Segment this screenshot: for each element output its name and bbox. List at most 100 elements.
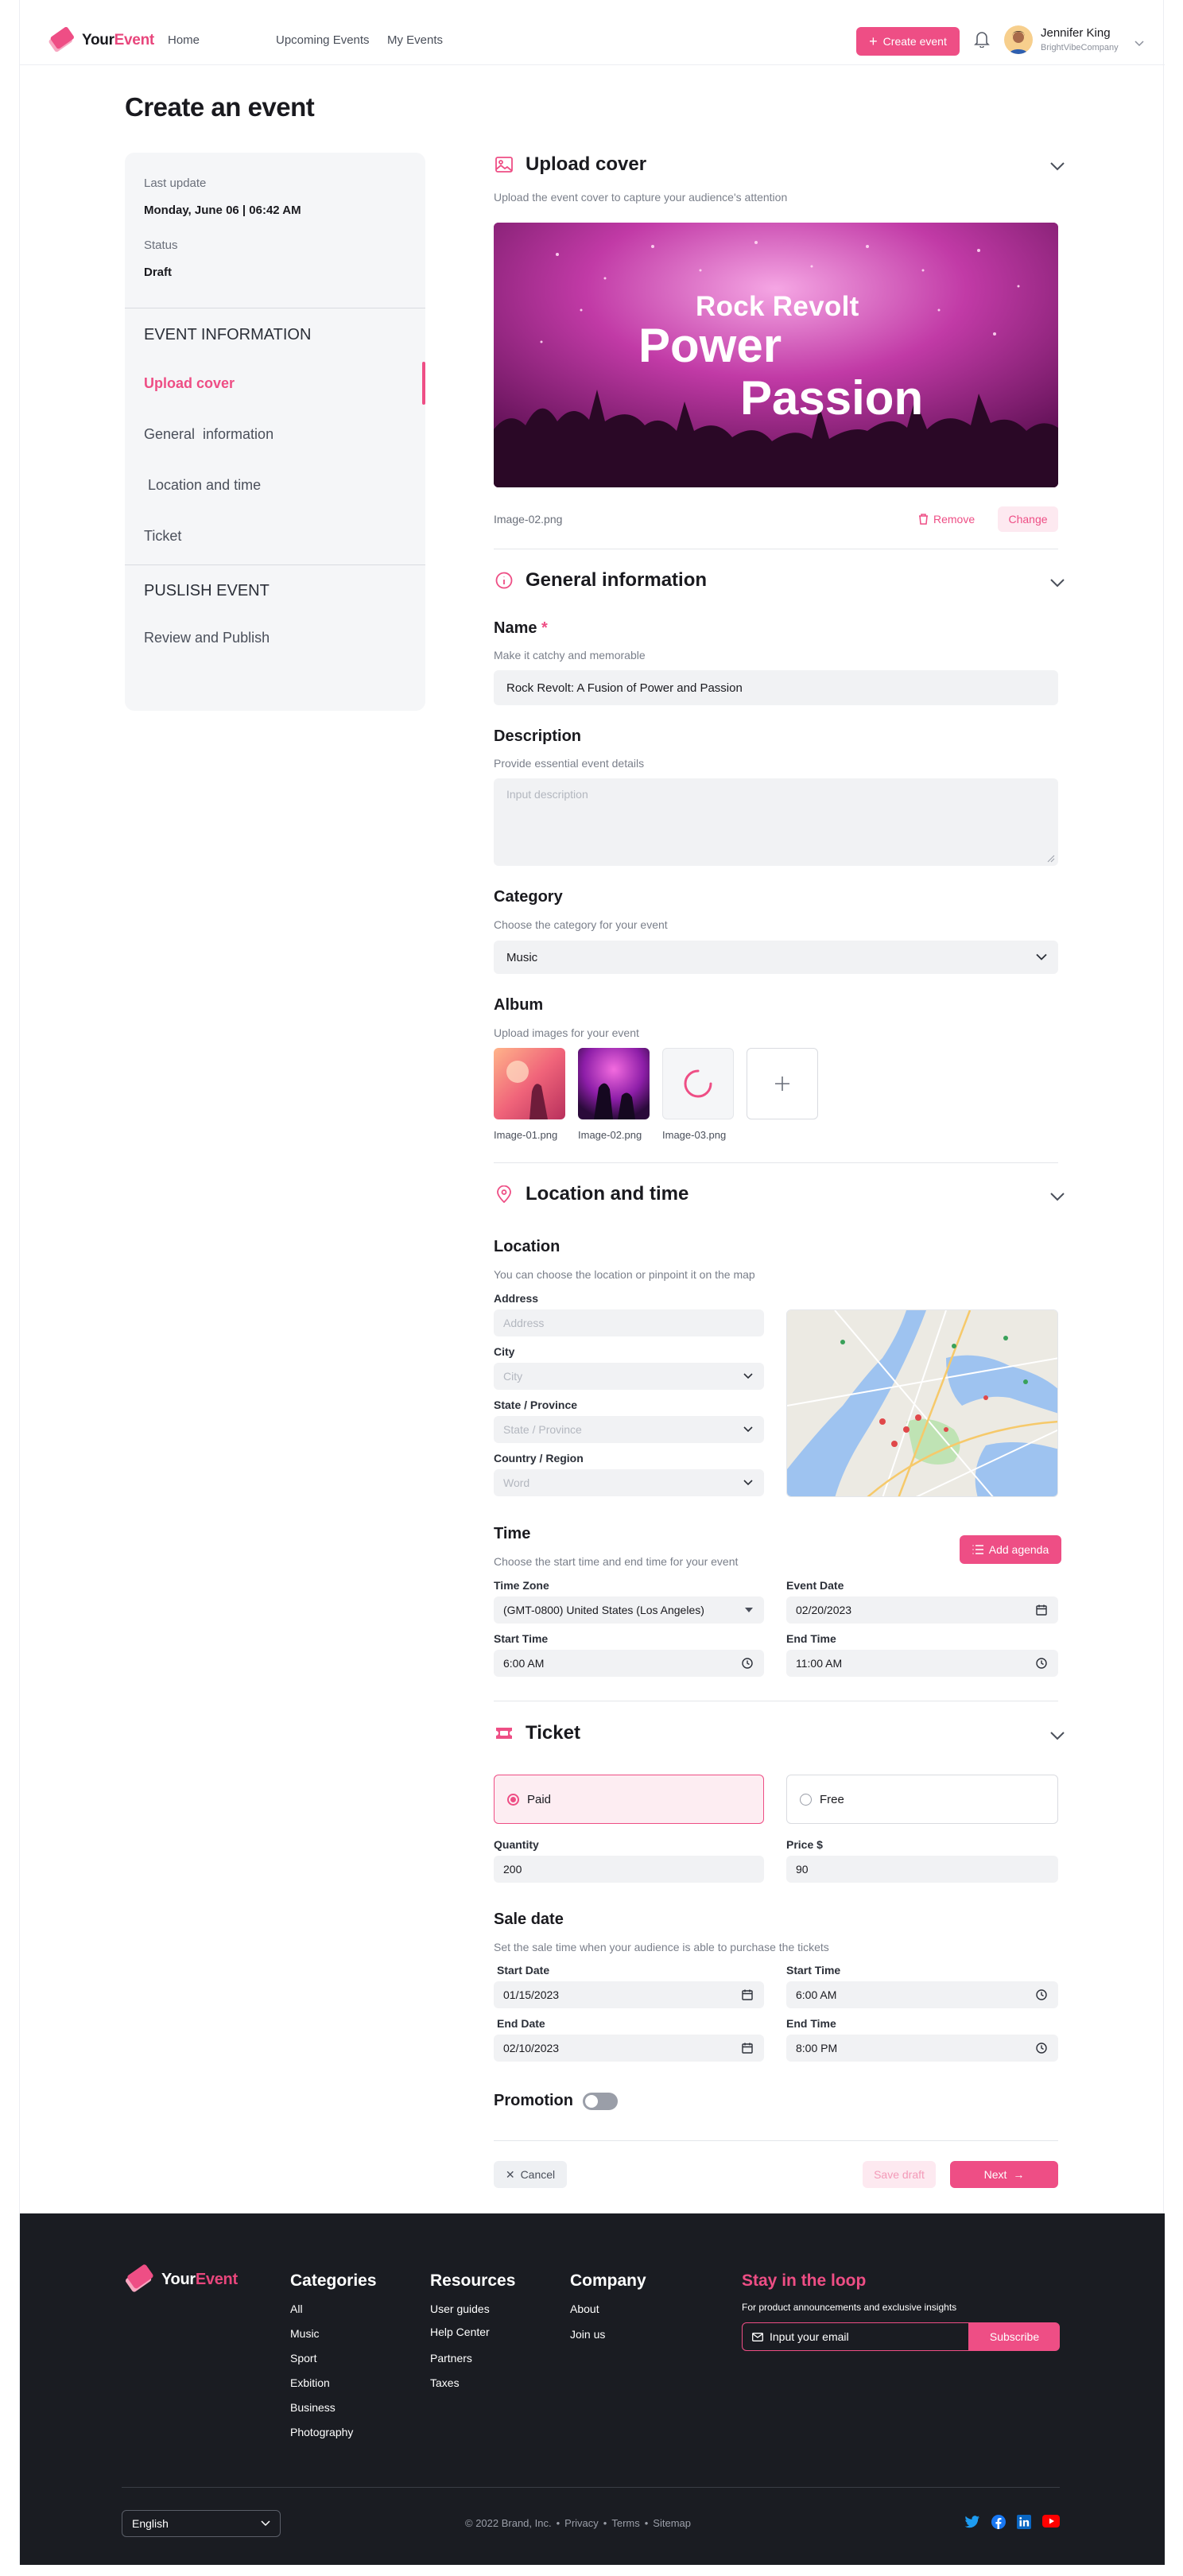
description-textarea[interactable]: Input description xyxy=(494,778,1058,866)
footer-link-sport[interactable]: Sport xyxy=(290,2352,316,2365)
event-name-input[interactable]: Rock Revolt: A Fusion of Power and Passi… xyxy=(494,670,1058,705)
footer-link-taxes[interactable]: Taxes xyxy=(430,2376,460,2389)
language-select[interactable]: English xyxy=(122,2510,281,2537)
sale-end-time-input[interactable]: 8:00 PM xyxy=(786,2035,1058,2062)
nav-my-events[interactable]: My Events xyxy=(387,33,443,47)
sale-start-date-input[interactable]: 01/15/2023 xyxy=(494,1981,764,2008)
sidebar-item-ticket[interactable]: Ticket xyxy=(144,528,181,545)
cover-image[interactable]: Rock Revolt Power Passion xyxy=(494,223,1058,487)
privacy-link[interactable]: Privacy xyxy=(564,2517,599,2529)
footer-link-help-center[interactable]: Help Center xyxy=(430,2326,490,2338)
nav-home[interactable]: Home xyxy=(168,33,200,47)
change-cover-button[interactable]: Change xyxy=(998,506,1058,532)
resize-handle-icon[interactable] xyxy=(1047,855,1055,863)
ticket-type-free[interactable]: Free xyxy=(786,1775,1058,1824)
linkedin-icon[interactable] xyxy=(1017,2515,1031,2529)
brand-name-part: Your xyxy=(82,32,114,48)
avatar[interactable] xyxy=(1004,25,1033,54)
sidebar-item-location-and-time[interactable]: Location and time xyxy=(144,477,261,494)
chevron-down-icon[interactable] xyxy=(1050,1191,1065,1205)
footer-brand-logo[interactable]: YourEvent xyxy=(122,2264,238,2295)
footer-link-join-us[interactable]: Join us xyxy=(570,2328,605,2341)
footer-link-exbition[interactable]: Exbition xyxy=(290,2376,330,2389)
name-label-text: Name xyxy=(494,619,537,637)
sidebar-divider xyxy=(125,564,425,565)
youtube-icon[interactable] xyxy=(1042,2515,1060,2528)
cancel-button[interactable]: ✕ Cancel xyxy=(494,2161,567,2188)
sale-start-time-input[interactable]: 6:00 AM xyxy=(786,1981,1058,2008)
chevron-down-icon[interactable] xyxy=(1050,577,1065,592)
email-input[interactable]: Input your email xyxy=(742,2322,969,2351)
address-input[interactable]: Address xyxy=(494,1309,764,1336)
city-select[interactable]: City xyxy=(494,1363,764,1390)
promotion-toggle[interactable] xyxy=(583,2093,618,2110)
album-thumbnail[interactable] xyxy=(494,1048,565,1119)
album-file-name: Image-03.png xyxy=(662,1129,727,1141)
footer-link-business[interactable]: Business xyxy=(290,2401,336,2414)
state-select[interactable]: State / Province xyxy=(494,1416,764,1443)
upload-cover-title: Upload cover xyxy=(526,153,647,175)
terms-link[interactable]: Terms xyxy=(611,2517,639,2529)
chevron-down-icon[interactable] xyxy=(1050,161,1065,175)
general-information-title: General information xyxy=(526,569,708,591)
general-information-header[interactable]: General information xyxy=(494,569,707,592)
footer-link-about[interactable]: About xyxy=(570,2302,599,2315)
save-draft-button[interactable]: Save draft xyxy=(863,2161,936,2188)
clock-icon[interactable] xyxy=(1036,2043,1047,2054)
create-event-button[interactable]: + Create event xyxy=(856,27,960,56)
clock-icon[interactable] xyxy=(1036,1658,1047,1669)
timezone-select[interactable]: (GMT-0800) United States (Los Angeles) xyxy=(494,1596,764,1624)
sitemap-link[interactable]: Sitemap xyxy=(653,2517,691,2529)
facebook-icon[interactable] xyxy=(991,2515,1006,2529)
start-time-input[interactable]: 6:00 AM xyxy=(494,1650,764,1677)
clock-icon[interactable] xyxy=(742,1658,753,1669)
clock-icon[interactable] xyxy=(1036,1989,1047,2000)
quantity-input[interactable]: 200 xyxy=(494,1856,764,1883)
footer-link-all[interactable]: All xyxy=(290,2302,303,2315)
footer-link-photography[interactable]: Photography xyxy=(290,2426,353,2438)
address-label: Address xyxy=(494,1292,539,1305)
footer-link-music[interactable]: Music xyxy=(290,2327,320,2340)
event-date-input[interactable]: 02/20/2023 xyxy=(786,1596,1058,1624)
sidebar-item-review-and-publish[interactable]: Review and Publish xyxy=(144,630,270,646)
sidebar-item-upload-cover[interactable]: Upload cover xyxy=(144,375,235,392)
price-input[interactable]: 90 xyxy=(786,1856,1058,1883)
album-thumbnail[interactable] xyxy=(578,1048,650,1119)
brand-name-accent: Event xyxy=(114,32,155,48)
time-label: Time xyxy=(494,1525,531,1542)
location-map[interactable] xyxy=(786,1309,1058,1497)
calendar-icon[interactable] xyxy=(742,2043,753,2054)
end-time-input[interactable]: 11:00 AM xyxy=(786,1650,1058,1677)
bell-icon[interactable] xyxy=(974,30,990,52)
add-agenda-button[interactable]: Add agenda xyxy=(960,1535,1061,1564)
footer-link-user-guides[interactable]: User guides xyxy=(430,2302,490,2315)
remove-cover-button[interactable]: Remove xyxy=(918,513,975,526)
chevron-down-icon[interactable] xyxy=(1135,37,1144,51)
sale-end-date-input[interactable]: 02/10/2023 xyxy=(494,2035,764,2062)
footer-link-partners[interactable]: Partners xyxy=(430,2352,472,2365)
sale-start-time-value: 6:00 AM xyxy=(796,1988,837,2001)
calendar-icon[interactable] xyxy=(1036,1604,1047,1616)
add-album-image-button[interactable] xyxy=(747,1048,818,1119)
ticket-header[interactable]: Ticket xyxy=(494,1722,580,1744)
sidebar-item-general-information[interactable]: General information xyxy=(144,426,273,443)
location-and-time-header[interactable]: Location and time xyxy=(494,1183,688,1205)
ticket-type-paid[interactable]: Paid xyxy=(494,1775,764,1824)
ticket-logo-icon xyxy=(126,2264,153,2292)
category-select[interactable]: Music xyxy=(494,941,1058,974)
country-select[interactable]: Word xyxy=(494,1469,764,1496)
footer-resources-heading: Resources xyxy=(430,2271,516,2290)
social-links xyxy=(964,2515,1060,2529)
upload-cover-header[interactable]: Upload cover xyxy=(494,153,646,176)
cover-file-name: Image-02.png xyxy=(494,513,563,526)
next-button[interactable]: Next → xyxy=(950,2161,1058,2188)
calendar-icon[interactable] xyxy=(742,1989,753,2000)
subscribe-button[interactable]: Subscribe xyxy=(969,2322,1060,2351)
chevron-down-icon[interactable] xyxy=(1050,1730,1065,1744)
brand-logo[interactable]: YourEvent xyxy=(45,27,154,54)
user-name[interactable]: Jennifer King xyxy=(1041,26,1111,40)
nav-upcoming-events[interactable]: Upcoming Events xyxy=(276,33,370,47)
city-placeholder: City xyxy=(503,1370,523,1383)
twitter-icon[interactable] xyxy=(964,2515,980,2529)
sale-start-date-label: Start Date xyxy=(497,1964,550,1977)
